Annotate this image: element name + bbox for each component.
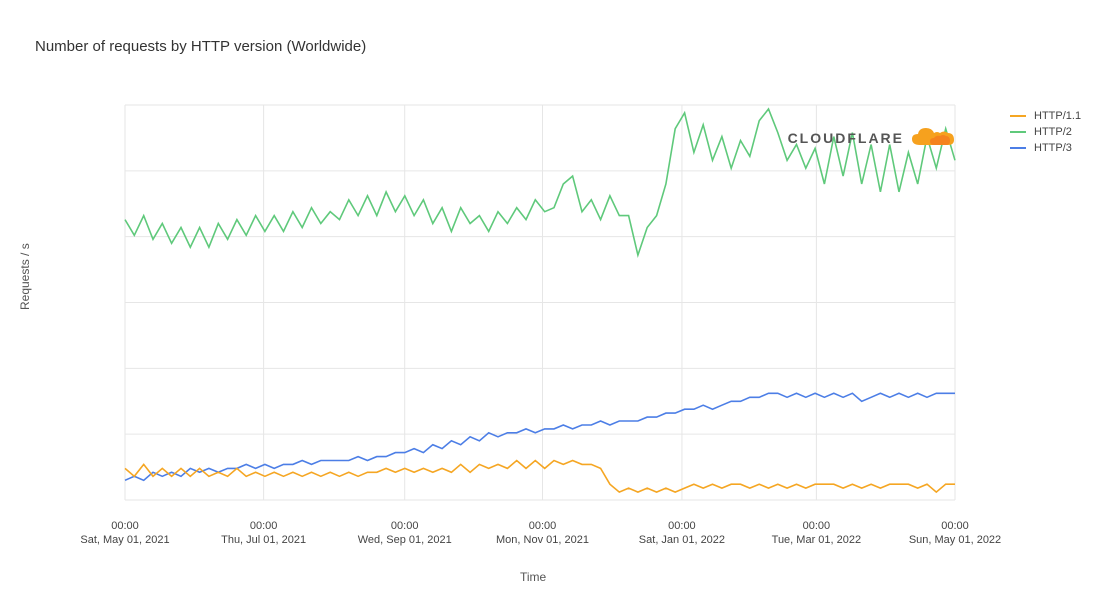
legend-label: HTTP/1.1 — [1034, 110, 1081, 122]
legend-item: HTTP/3 — [1010, 142, 1081, 154]
x-axis-ticks: 00:00Sat, May 01, 202100:00Thu, Jul 01, … — [95, 520, 965, 560]
legend-item: HTTP/2 — [1010, 126, 1081, 138]
y-axis-label: Requests / s — [18, 243, 32, 310]
plot-area — [95, 90, 965, 515]
legend-swatch — [1010, 115, 1026, 117]
x-tick-label: 00:00Wed, Sep 01, 2021 — [358, 520, 452, 548]
cloudflare-watermark: CLOUDFLARE — [788, 125, 958, 151]
x-tick-label: 00:00Tue, Mar 01, 2022 — [772, 520, 861, 548]
legend-label: HTTP/3 — [1034, 142, 1072, 154]
x-tick-label: 00:00Thu, Jul 01, 2021 — [221, 520, 306, 548]
legend-item: HTTP/1.1 — [1010, 110, 1081, 122]
x-tick-label: 00:00Sat, May 01, 2021 — [80, 520, 169, 548]
legend-swatch — [1010, 147, 1026, 149]
x-tick-label: 00:00Sun, May 01, 2022 — [909, 520, 1001, 548]
x-tick-label: 00:00Sat, Jan 01, 2022 — [639, 520, 725, 548]
x-tick-label: 00:00Mon, Nov 01, 2021 — [496, 520, 589, 548]
chart-page: Number of requests by HTTP version (Worl… — [0, 0, 1108, 600]
cloud-icon — [910, 125, 958, 151]
legend: HTTP/1.1 HTTP/2 HTTP/3 — [1010, 110, 1081, 158]
brand-text: CLOUDFLARE — [788, 130, 904, 146]
series-http-3 — [125, 393, 955, 480]
legend-swatch — [1010, 131, 1026, 133]
legend-label: HTTP/2 — [1034, 126, 1072, 138]
x-axis-label: Time — [520, 570, 546, 584]
chart-title: Number of requests by HTTP version (Worl… — [35, 38, 366, 55]
